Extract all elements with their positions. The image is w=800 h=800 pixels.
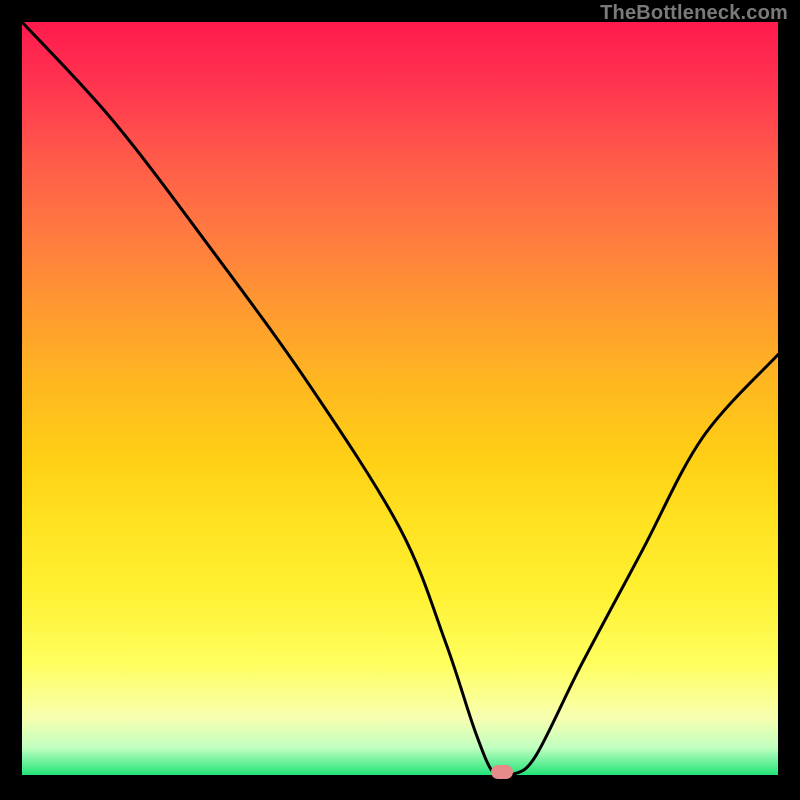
curve-path bbox=[22, 22, 778, 778]
optimal-marker bbox=[491, 765, 513, 779]
bottleneck-chart: TheBottleneck.com bbox=[0, 0, 800, 800]
bottleneck-curve bbox=[22, 22, 778, 778]
watermark-label: TheBottleneck.com bbox=[600, 2, 788, 25]
plot-area bbox=[22, 22, 778, 778]
x-axis-baseline bbox=[22, 775, 778, 778]
